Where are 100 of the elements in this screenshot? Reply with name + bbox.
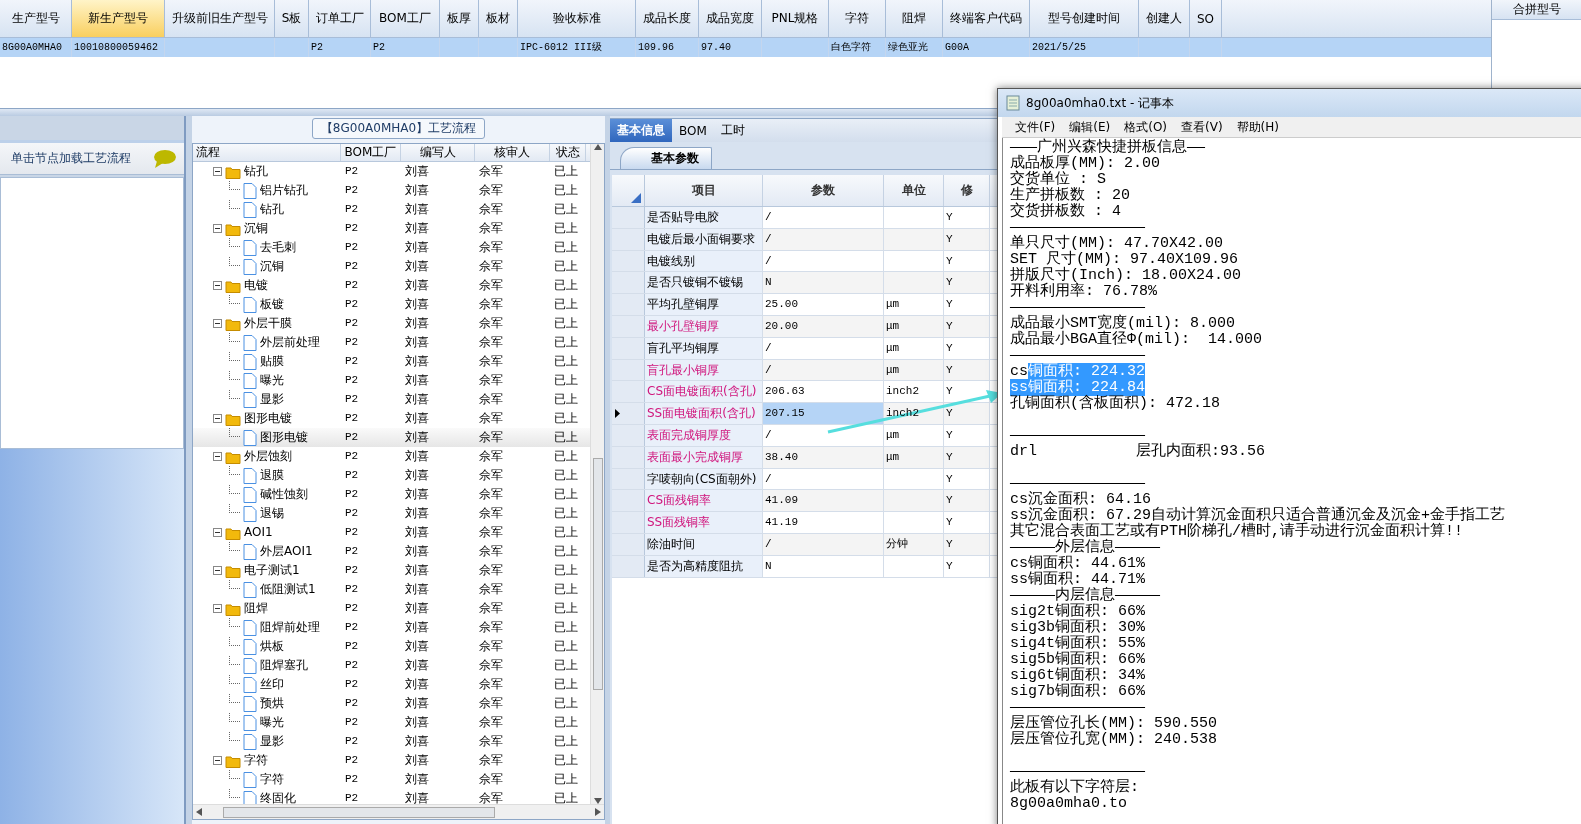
menu-item[interactable]: 查看(V) [1174,118,1230,136]
tree-row[interactable]: 图形电镀 P2 刘喜 佘军 已上 [193,428,590,447]
column-header[interactable]: 板材 [479,0,518,37]
table-cell: / [763,250,884,272]
tree-row[interactable]: 碱性蚀刻 P2 刘喜 佘军 已上 [193,485,590,504]
column-header[interactable]: SO [1190,0,1222,37]
tree-row[interactable]: 字符 P2 刘喜 佘军 已上 [193,751,590,770]
tree-label: 终固化 [260,790,296,804]
tree-row[interactable]: 阻焊前处理 P2 刘喜 佘军 已上 [193,618,590,637]
tree-row[interactable]: 丝印 P2 刘喜 佘军 已上 [193,675,590,694]
table-row[interactable]: 8G00A0MHA0 10010800059462 P2 P2 IPC-6012 III级 109.96 97.40 白色字符 绿色亚光 G00A 2021/5/25 [0,38,1491,57]
column-header[interactable]: 型号创建时间 [1030,0,1139,37]
table-cell: 佘军 [479,202,503,216]
column-header[interactable]: 阻焊 [886,0,943,37]
column-header[interactable]: 单位 [884,175,944,206]
column-header[interactable]: 参数 [763,175,884,206]
tree-row[interactable]: 钻孔 P2 刘喜 佘军 已上 [193,162,590,181]
table-cell: 佘军 [479,468,503,482]
scroll-left-icon[interactable] [196,808,202,816]
column-header[interactable]: BOM工厂 [341,144,401,161]
tab[interactable]: BOM [672,119,714,142]
collapse-icon[interactable] [213,528,222,537]
tree-label: AOI1 [244,524,273,541]
table-cell: 207.15 [763,403,884,424]
table-cell: P2 [373,42,385,53]
column-header[interactable]: 升级前旧生产型号 [165,0,275,37]
vertical-scrollbar[interactable] [590,144,604,804]
tree-row[interactable]: 外层蚀刻 P2 刘喜 佘军 已上 [193,447,590,466]
table-cell: 已上 [554,525,578,539]
column-header[interactable]: BOM工厂 [371,0,440,37]
tree-row[interactable]: 电镀 P2 刘喜 佘军 已上 [193,276,590,295]
column-header[interactable]: 流程 [193,144,341,161]
table-cell: 38.40 [763,446,884,468]
column-header[interactable]: 项目 [645,175,763,206]
collapse-icon[interactable] [213,452,222,461]
column-header[interactable]: PNL规格 [762,0,829,37]
tree-row[interactable]: 板镀 P2 刘喜 佘军 已上 [193,295,590,314]
folder-icon [225,449,241,464]
column-header[interactable]: 订单工厂 [309,0,371,37]
column-header[interactable]: 成品宽度 [699,0,762,37]
tree-row[interactable]: 沉铜 P2 刘喜 佘军 已上 [193,257,590,276]
column-header[interactable]: 成品长度 [636,0,699,37]
tree-row[interactable]: 图形电镀 P2 刘喜 佘军 已上 [193,409,590,428]
collapse-icon[interactable] [213,756,222,765]
column-header[interactable]: 验收标准 [518,0,636,37]
tree-row[interactable]: 显影 P2 刘喜 佘军 已上 [193,732,590,751]
tree-row[interactable]: 曝光 P2 刘喜 佘军 已上 [193,371,590,390]
tree-row[interactable]: 曝光 P2 刘喜 佘军 已上 [193,713,590,732]
tree-row[interactable]: 烘板 P2 刘喜 佘军 已上 [193,637,590,656]
tree-row[interactable]: 低阻测试1 P2 刘喜 佘军 已上 [193,580,590,599]
horizontal-scrollbar[interactable] [193,804,604,819]
tree-row[interactable]: 退锡 P2 刘喜 佘军 已上 [193,504,590,523]
tree-row[interactable]: 铝片钻孔 P2 刘喜 佘军 已上 [193,181,590,200]
tree-row[interactable]: 退膜 P2 刘喜 佘军 已上 [193,466,590,485]
collapse-icon[interactable] [213,414,222,423]
column-header[interactable]: 编写人 [401,144,475,161]
column-header[interactable]: 修 [944,175,990,206]
menu-item[interactable]: 格式(O) [1117,118,1175,136]
tree-row[interactable]: 外层前处理 P2 刘喜 佘军 已上 [193,333,590,352]
collapse-icon[interactable] [213,167,222,176]
column-header[interactable]: 终端客户代码 [943,0,1030,37]
scroll-right-icon[interactable] [595,808,601,816]
collapse-icon[interactable] [213,566,222,575]
tree-row[interactable]: 显影 P2 刘喜 佘军 已上 [193,390,590,409]
collapse-icon[interactable] [213,224,222,233]
tree-row[interactable]: 钻孔 P2 刘喜 佘军 已上 [193,200,590,219]
row-header[interactable] [612,403,645,424]
column-header[interactable]: 状态 [550,144,586,161]
column-header[interactable]: 核审人 [475,144,550,161]
tree-row[interactable]: 预烘 P2 刘喜 佘军 已上 [193,694,590,713]
column-header[interactable]: 板厚 [440,0,479,37]
column-header[interactable]: 新生产型号 [72,0,165,37]
column-header[interactable]: 合拼型号 [1492,0,1581,20]
column-header[interactable]: S板 [275,0,309,37]
scroll-up-icon[interactable] [593,144,602,150]
tree-row[interactable]: 电子测试1 P2 刘喜 佘军 已上 [193,561,590,580]
tree-row[interactable]: 沉铜 P2 刘喜 佘军 已上 [193,219,590,238]
tree-row[interactable]: AOI1 P2 刘喜 佘军 已上 [193,523,590,542]
menu-item[interactable]: 帮助(H) [1229,118,1286,136]
collapse-icon[interactable] [213,281,222,290]
column-header[interactable]: 创建人 [1139,0,1190,37]
splitter[interactable] [0,108,997,116]
tree-row[interactable]: 去毛刺 P2 刘喜 佘军 已上 [193,238,590,257]
tree-row[interactable]: 阻焊 P2 刘喜 佘军 已上 [193,599,590,618]
table-cell: 佘军 [479,278,503,292]
tab[interactable]: 基本信息 [610,119,672,142]
tree-row[interactable]: 外层AOI1 P2 刘喜 佘军 已上 [193,542,590,561]
tree-row[interactable]: 外层干膜 P2 刘喜 佘军 已上 [193,314,590,333]
tree-row[interactable]: 字符 P2 刘喜 佘军 已上 [193,770,590,789]
tab[interactable]: 基本参数 [620,147,712,169]
tab[interactable]: 工时 [713,119,752,142]
tree-row[interactable]: 阻焊塞孔 P2 刘喜 佘军 已上 [193,656,590,675]
tree-label: 预烘 [260,695,284,712]
collapse-icon[interactable] [213,319,222,328]
collapse-icon[interactable] [213,604,222,613]
column-header[interactable]: 字符 [829,0,886,37]
menu-item[interactable]: 编辑(E) [1062,118,1118,136]
tree-row[interactable]: 贴膜 P2 刘喜 佘军 已上 [193,352,590,371]
menu-item[interactable]: 文件(F) [1008,118,1063,136]
table-cell: 佘军 [479,544,503,558]
